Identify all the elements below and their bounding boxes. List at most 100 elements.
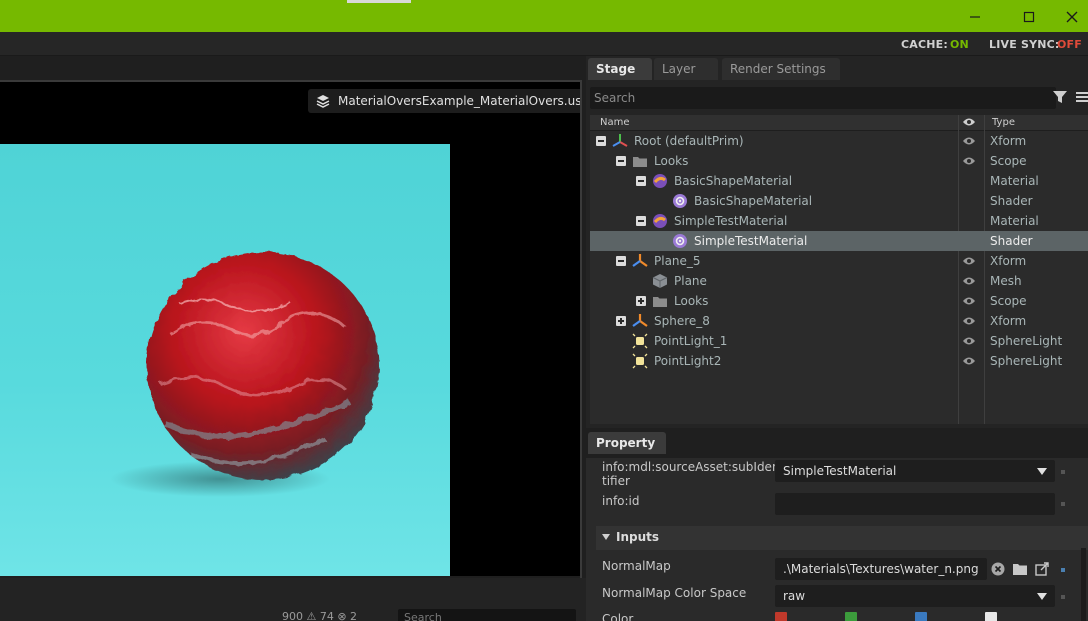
close-button[interactable] <box>1052 4 1088 30</box>
visibility-eye-icon[interactable] <box>962 295 976 307</box>
tree-row-type: Material <box>990 214 1039 228</box>
tree-row-basic-shape-material[interactable]: BasicShapeMaterial Material <box>590 171 1088 191</box>
collapse-toggle[interactable] <box>636 216 646 226</box>
visibility-eye-icon[interactable] <box>962 355 976 367</box>
close-icon <box>1066 11 1078 23</box>
layers-icon <box>316 95 330 108</box>
collapse-toggle[interactable] <box>596 136 606 146</box>
visibility-eye-icon[interactable] <box>962 155 976 167</box>
collapse-triangle-icon <box>602 534 610 540</box>
property-panel: Property info:mdl:sourceAsset:subIden ti… <box>586 428 1088 621</box>
cache-toggle[interactable]: ON <box>950 38 969 51</box>
attribute-indicator[interactable] <box>1061 568 1065 572</box>
inputs-section-header[interactable]: Inputs <box>596 526 1088 550</box>
viewport-scene[interactable] <box>0 144 450 576</box>
tree-row-basic-shape-shader[interactable]: BasicShapeMaterial Shader <box>590 191 1088 211</box>
open-file-button[interactable] <box>1032 559 1052 579</box>
visibility-eye-icon[interactable] <box>962 255 976 267</box>
minimize-button[interactable] <box>952 4 998 30</box>
tree-row-sphere-8[interactable]: Sphere_8 Xform <box>590 311 1088 331</box>
normal-map-path-field[interactable]: .\Materials\Textures\water_n.png <box>775 558 987 580</box>
tree-row-type: Material <box>990 174 1039 188</box>
tab-property[interactable]: Property <box>588 432 666 454</box>
visibility-column-icon[interactable] <box>962 116 976 128</box>
attribute-indicator[interactable] <box>1061 595 1065 599</box>
folder-icon <box>653 297 667 307</box>
tree-row-label: Plane_5 <box>654 254 701 268</box>
clear-path-button[interactable] <box>988 559 1008 579</box>
attribute-indicator[interactable] <box>1061 470 1065 474</box>
stage-file-chip[interactable]: MaterialOversExample_MaterialOvers.usda <box>308 89 580 113</box>
clear-icon <box>991 562 1005 576</box>
normal-map-label: NormalMap <box>602 559 671 573</box>
visibility-eye-icon[interactable] <box>962 335 976 347</box>
tree-row-label: Root (defaultPrim) <box>634 134 744 148</box>
live-sync-toggle[interactable]: OFF <box>1057 38 1082 51</box>
tree-row-point-light-2[interactable]: PointLight2 SphereLight <box>590 351 1088 371</box>
console-message-counts[interactable]: 900 ⚠ 74 ⊗ 2 <box>282 610 357 621</box>
normal-map-color-space-dropdown[interactable]: raw <box>775 585 1055 607</box>
visibility-eye-icon[interactable] <box>962 135 976 147</box>
tree-row-root[interactable]: Root (defaultPrim) Xform <box>590 131 1088 151</box>
inputs-section-title: Inputs <box>616 530 660 544</box>
property-scrollbar[interactable] <box>1081 548 1086 621</box>
sub-identifier-value: SimpleTestMaterial <box>783 464 897 478</box>
chevron-down-icon <box>1037 468 1047 475</box>
maximize-icon <box>1023 11 1035 23</box>
collapse-toggle[interactable] <box>616 256 626 266</box>
sub-identifier-label: info:mdl:sourceAsset:subIden tifier <box>602 460 780 488</box>
tree-row-type: Shader <box>990 194 1033 208</box>
expand-toggle[interactable] <box>616 316 626 326</box>
xform-orange-icon <box>632 254 648 267</box>
tree-row-type: Shader <box>990 234 1033 248</box>
mesh-cube-icon <box>652 274 668 288</box>
tab-render-settings[interactable]: Render Settings <box>722 58 840 80</box>
status-bar: CACHE: ON LIVE SYNC: OFF <box>0 32 1088 56</box>
stage-panel: Stage Layer Render Settings Search Name … <box>586 56 1088 428</box>
shader-gear-icon <box>673 234 687 248</box>
property-body: info:mdl:sourceAsset:subIden tifier Simp… <box>586 458 1088 621</box>
info-id-field[interactable] <box>775 493 1055 515</box>
tree-row-type: Xform <box>990 254 1027 268</box>
live-sync-label: LIVE SYNC: <box>989 38 1060 51</box>
hamburger-menu-icon[interactable] <box>1076 89 1088 105</box>
tree-row-simple-test-shader[interactable]: SimpleTestMaterial Shader <box>590 231 1088 251</box>
filter-icon[interactable] <box>1052 89 1068 105</box>
tree-row-label: Plane <box>674 274 707 288</box>
browse-folder-button[interactable] <box>1010 559 1030 579</box>
tree-row-plane[interactable]: Plane Mesh <box>590 271 1088 291</box>
visibility-eye-icon[interactable] <box>962 315 976 327</box>
stage-tree-header: Name Type <box>590 115 1088 131</box>
tree-row-plane-5[interactable]: Plane_5 Xform <box>590 251 1088 271</box>
tree-row-type: Scope <box>990 294 1027 308</box>
console-search-input[interactable]: Search <box>398 609 576 621</box>
normal-map-color-space-value: raw <box>783 589 806 603</box>
column-header-name[interactable]: Name <box>600 117 630 128</box>
tree-row-simple-test-material[interactable]: SimpleTestMaterial Material <box>590 211 1088 231</box>
maximize-button[interactable] <box>1006 4 1052 30</box>
shader-gear-icon <box>673 194 687 208</box>
tree-row-label: BasicShapeMaterial <box>694 194 813 208</box>
tree-row-plane-looks[interactable]: Looks Scope <box>590 291 1088 311</box>
viewport[interactable]: MaterialOversExample_MaterialOvers.usda <box>0 82 580 576</box>
stage-search-input[interactable]: Search <box>590 87 1056 109</box>
tab-stage[interactable]: Stage <box>588 58 652 80</box>
tree-row-label: SimpleTestMaterial <box>694 234 808 248</box>
tree-row-label: PointLight2 <box>654 354 722 368</box>
tree-row-type: Xform <box>990 134 1027 148</box>
expand-toggle[interactable] <box>636 296 646 306</box>
attribute-indicator[interactable] <box>1061 502 1065 506</box>
stage-tree[interactable]: Name Type Root (defaultPrim) Xform Looks <box>590 115 1088 424</box>
tree-row-point-light-1[interactable]: PointLight_1 SphereLight <box>590 331 1088 351</box>
tab-layer[interactable]: Layer <box>654 58 718 80</box>
tree-row-type: SphereLight <box>990 354 1063 368</box>
stage-file-name: MaterialOversExample_MaterialOvers.usda <box>338 94 580 108</box>
collapse-toggle[interactable] <box>636 176 646 186</box>
column-header-type[interactable]: Type <box>992 117 1015 128</box>
sub-identifier-dropdown[interactable]: SimpleTestMaterial <box>775 460 1055 482</box>
info-id-label: info:id <box>602 494 640 508</box>
tree-row-looks[interactable]: Looks Scope <box>590 151 1088 171</box>
visibility-eye-icon[interactable] <box>962 275 976 287</box>
collapse-toggle[interactable] <box>616 156 626 166</box>
tree-row-label: Looks <box>654 154 689 168</box>
